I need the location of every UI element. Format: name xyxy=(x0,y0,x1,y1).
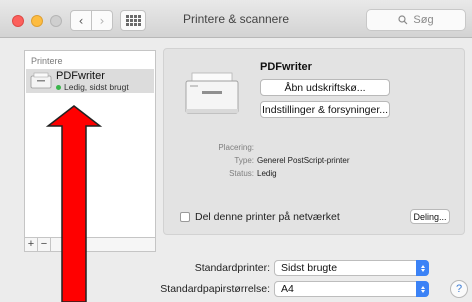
type-value: Generel PostScript-printer xyxy=(257,156,350,165)
status-dot-icon xyxy=(56,84,61,90)
status-value: Ledig xyxy=(257,169,277,178)
help-button[interactable]: ? xyxy=(450,280,468,298)
options-supplies-button[interactable]: Indstillinger & forsyninger... xyxy=(260,101,390,118)
printer-list-item-status: Ledig, sidst brugt xyxy=(56,82,129,92)
default-printer-value: Sidst brugte xyxy=(281,262,338,274)
printer-list-header: Printere xyxy=(31,56,63,66)
default-paper-size-value: A4 xyxy=(281,283,294,295)
share-printer-checkbox[interactable] xyxy=(180,212,190,222)
printer-list-item-status-text: Ledig, sidst brugt xyxy=(64,82,129,92)
title-bar: ‹ › Printere & scannere Søg xyxy=(0,0,472,38)
printer-name: PDFwriter xyxy=(260,61,312,73)
red-arrow-annotation xyxy=(45,105,103,302)
share-printer-label[interactable]: Del denne printer på netværket xyxy=(195,211,340,223)
search-icon xyxy=(398,15,408,25)
location-label: Placering: xyxy=(218,143,254,152)
search-field[interactable]: Søg xyxy=(366,9,466,31)
search-placeholder: Søg xyxy=(413,14,434,26)
popup-arrows-icon xyxy=(416,281,429,297)
type-label: Type: xyxy=(234,156,254,165)
default-printer-select[interactable]: Sidst brugte xyxy=(274,260,429,276)
default-printer-label: Standardprinter: xyxy=(194,262,270,274)
printer-detail-panel: PDFwriter Åbn udskriftskø... Indstilling… xyxy=(163,48,465,235)
status-label: Status: xyxy=(229,169,254,178)
printer-list-item[interactable]: PDFwriter Ledig, sidst brugt xyxy=(26,69,154,93)
open-print-queue-button[interactable]: Åbn udskriftskø... xyxy=(260,79,390,96)
default-paper-size-select[interactable]: A4 xyxy=(274,281,429,297)
sharing-button[interactable]: Deling... xyxy=(410,209,450,224)
printer-list-item-name: PDFwriter xyxy=(56,70,105,82)
add-printer-button[interactable]: + xyxy=(25,238,38,251)
printer-large-icon xyxy=(185,72,239,114)
default-paper-size-label: Standardpapirstørrelse: xyxy=(160,283,270,295)
printer-icon xyxy=(30,72,52,89)
popup-arrows-icon xyxy=(416,260,429,276)
